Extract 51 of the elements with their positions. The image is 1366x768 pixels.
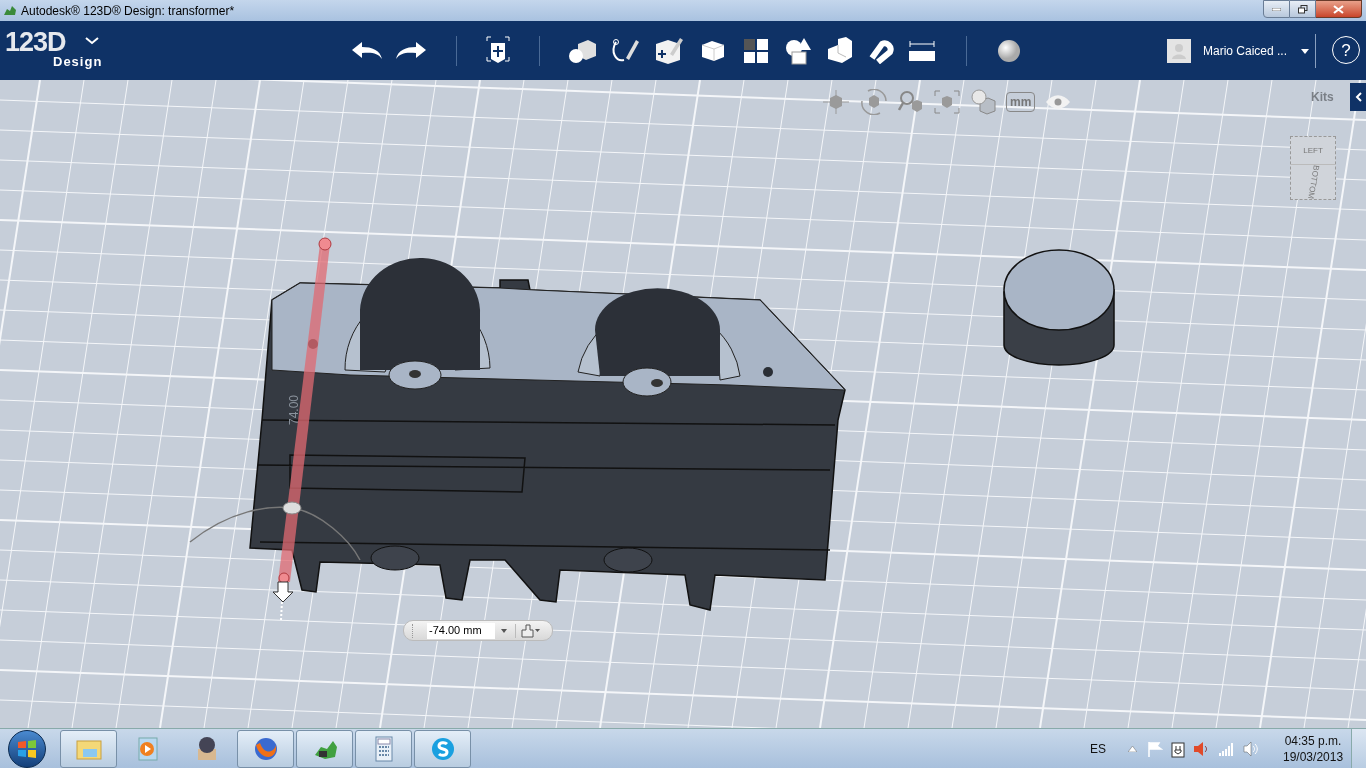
language-indicator[interactable]: ES [1090,740,1106,758]
close-icon [1333,4,1344,14]
restore-button[interactable] [1290,0,1316,18]
magnet-icon[interactable] [868,38,894,64]
combine-icon[interactable] [784,36,812,66]
ruler-icon[interactable] [908,40,936,62]
snap-options-icon[interactable] [521,623,541,638]
speaker-icon[interactable] [1193,741,1209,757]
taskbar-button[interactable] [296,729,353,768]
clock-time[interactable]: 04:35 p.m. [1284,733,1342,749]
model-drawing[interactable] [249,257,846,611]
undo-icon[interactable] [350,41,384,61]
primitives-icon[interactable] [568,38,598,64]
dropdown-arrow-icon[interactable] [1301,48,1309,54]
minimize-icon [1272,7,1281,11]
user-menu-button[interactable]: Mario Caiced ... [1202,42,1287,60]
kits-label: Kits [1311,89,1334,106]
move-axis-drawing[interactable] [272,237,332,621]
redo-icon[interactable] [394,41,428,61]
show-hidden-icons-icon[interactable] [1128,746,1137,752]
start-button[interactable] [8,729,46,768]
cylinder-drawing[interactable] [1003,249,1115,366]
orbit-icon[interactable] [860,89,888,115]
pan-icon[interactable] [822,89,850,115]
dropdown-arrow-icon[interactable] [501,628,507,633]
clock-date[interactable]: 19/03/2013 [1283,749,1344,765]
material-sphere-icon[interactable] [997,39,1021,63]
eye-icon[interactable] [1045,94,1072,110]
volume-icon[interactable] [1243,741,1259,757]
minimize-button[interactable] [1263,0,1290,18]
cube-icon[interactable] [700,39,726,63]
close-button[interactable] [1316,0,1362,18]
app-icon [3,4,17,17]
chevron-left-icon [1354,92,1362,102]
restore-icon [1297,4,1308,14]
app-menu-button[interactable]: 123D Design [5,24,105,77]
chevron-down-icon [85,36,99,45]
dimension-label: 74.00 [287,394,301,425]
power-plug-icon[interactable] [1171,740,1185,758]
distance-input-field[interactable]: -74.00 mm [427,622,495,639]
kits-panel-toggle[interactable] [1350,83,1366,111]
pattern-icon[interactable] [744,39,768,63]
windows-logo-icon [17,739,37,758]
viewport[interactable]: 74.00 mm Kits LEFT BOTTOM -74.00 mm [0,80,1366,728]
fit-view-icon[interactable] [934,90,960,114]
construct-icon[interactable] [654,36,684,66]
avatar-icon [1166,39,1191,63]
modify-icon[interactable] [828,37,852,65]
rotate-handle-drawing[interactable] [189,501,361,561]
zoom-icon[interactable] [898,90,924,114]
window-title: Autodesk® 123D® Design: transformer* [21,2,235,20]
